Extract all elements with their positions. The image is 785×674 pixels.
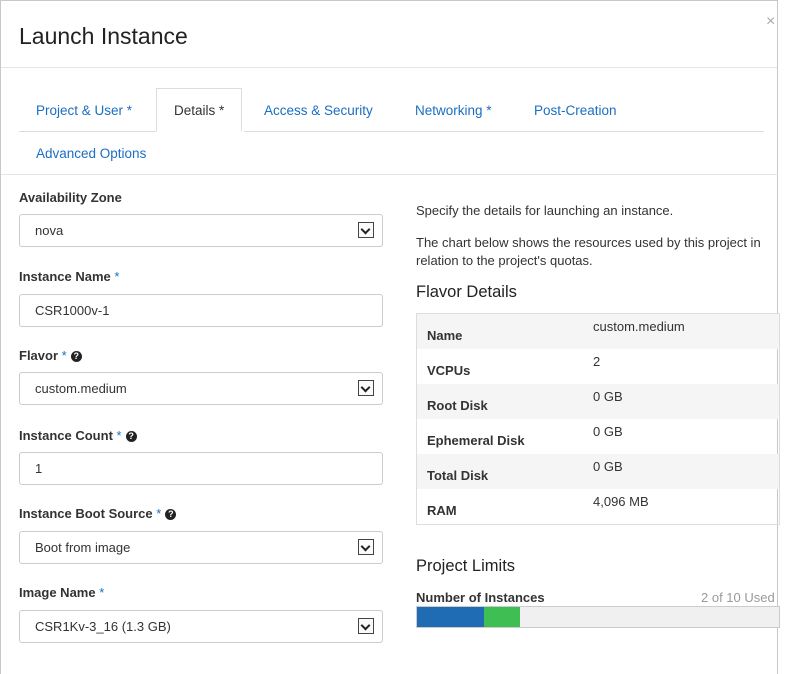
instances-used-text: 2 of 10 Used	[701, 590, 775, 605]
tab-post-creation[interactable]: Post-Creation	[534, 103, 617, 118]
help-icon[interactable]: ?	[125, 431, 137, 443]
chevron-down-icon	[358, 380, 374, 396]
info-text-1: Specify the details for launching an ins…	[416, 203, 674, 218]
row-name: Total Disk	[427, 468, 489, 483]
project-limits-title: Project Limits	[416, 557, 516, 575]
instances-limit-label: Number of Instances	[416, 590, 545, 605]
tab-project-user[interactable]: Project & User *	[36, 103, 132, 118]
flavor-details-title: Flavor Details	[416, 283, 517, 301]
availability-zone-value: nova	[35, 223, 64, 238]
instance-name-label: Instance Name *	[19, 269, 120, 284]
row-value: custom.medium	[593, 319, 685, 334]
table-row: Root Disk 0 GB	[417, 384, 779, 419]
boot-source-label: Instance Boot Source *?	[19, 506, 177, 521]
row-name: VCPUs	[427, 363, 471, 378]
tab-underline	[244, 131, 764, 132]
table-row: Ephemeral Disk 0 GB	[417, 419, 779, 454]
instance-count-value: 1	[35, 461, 43, 476]
flavor-value: custom.medium	[35, 381, 127, 396]
chevron-down-icon	[358, 222, 374, 238]
image-name-label: Image Name *	[19, 585, 105, 600]
table-row: RAM 4,096 MB	[417, 489, 779, 524]
instances-progress-bar	[416, 606, 780, 628]
instance-count-label: Instance Count *?	[19, 428, 137, 443]
tab-underline	[19, 131, 156, 132]
row-value: 0 GB	[593, 389, 623, 404]
chevron-down-icon	[358, 539, 374, 555]
table-row: Name custom.medium	[417, 314, 779, 349]
image-name-select[interactable]: CSR1Kv-3_16 (1.3 GB)	[19, 610, 383, 643]
launch-instance-modal: Launch Instance × Project & User * Detai…	[0, 0, 780, 674]
progress-used-segment	[417, 607, 484, 627]
close-icon[interactable]: ×	[766, 13, 775, 31]
table-row: VCPUs 2	[417, 349, 779, 384]
modal-title: Launch Instance	[19, 23, 188, 49]
tab-details[interactable]: Details *	[156, 88, 243, 132]
help-icon[interactable]: ?	[165, 509, 177, 521]
info-text-2: The chart below shows the resources used…	[416, 235, 761, 268]
instance-count-input[interactable]: 1	[19, 452, 383, 485]
tab-networking[interactable]: Networking *	[415, 103, 492, 118]
flavor-label: Flavor *?	[19, 348, 82, 363]
availability-zone-select[interactable]: nova	[19, 214, 383, 247]
boot-source-select[interactable]: Boot from image	[19, 531, 383, 564]
availability-zone-label: Availability Zone	[19, 190, 122, 205]
progress-new-segment	[483, 607, 520, 627]
tab-advanced-options[interactable]: Advanced Options	[36, 146, 146, 161]
help-icon[interactable]: ?	[70, 351, 82, 363]
chevron-down-icon	[358, 618, 374, 634]
tab-access-security[interactable]: Access & Security	[264, 103, 373, 118]
flavor-details-table: Name custom.medium VCPUs 2 Root Disk 0 GB E…	[416, 313, 780, 525]
row-value: 4,096 MB	[593, 494, 649, 509]
row-name: RAM	[427, 503, 457, 518]
row-name: Name	[427, 328, 463, 343]
row-name: Ephemeral Disk	[427, 433, 525, 448]
table-row: Total Disk 0 GB	[417, 454, 779, 489]
row-name: Root Disk	[427, 398, 488, 413]
modal-header: Launch Instance ×	[1, 1, 777, 68]
row-value: 0 GB	[593, 459, 623, 474]
row-value: 0 GB	[593, 424, 623, 439]
tabs-divider	[1, 174, 778, 175]
row-value: 2	[593, 354, 601, 369]
instance-name-input[interactable]: CSR1000v-1	[19, 294, 383, 327]
flavor-select[interactable]: custom.medium	[19, 372, 383, 405]
boot-source-value: Boot from image	[35, 540, 131, 555]
instance-name-value: CSR1000v-1	[35, 303, 110, 318]
image-name-value: CSR1Kv-3_16 (1.3 GB)	[35, 619, 171, 634]
